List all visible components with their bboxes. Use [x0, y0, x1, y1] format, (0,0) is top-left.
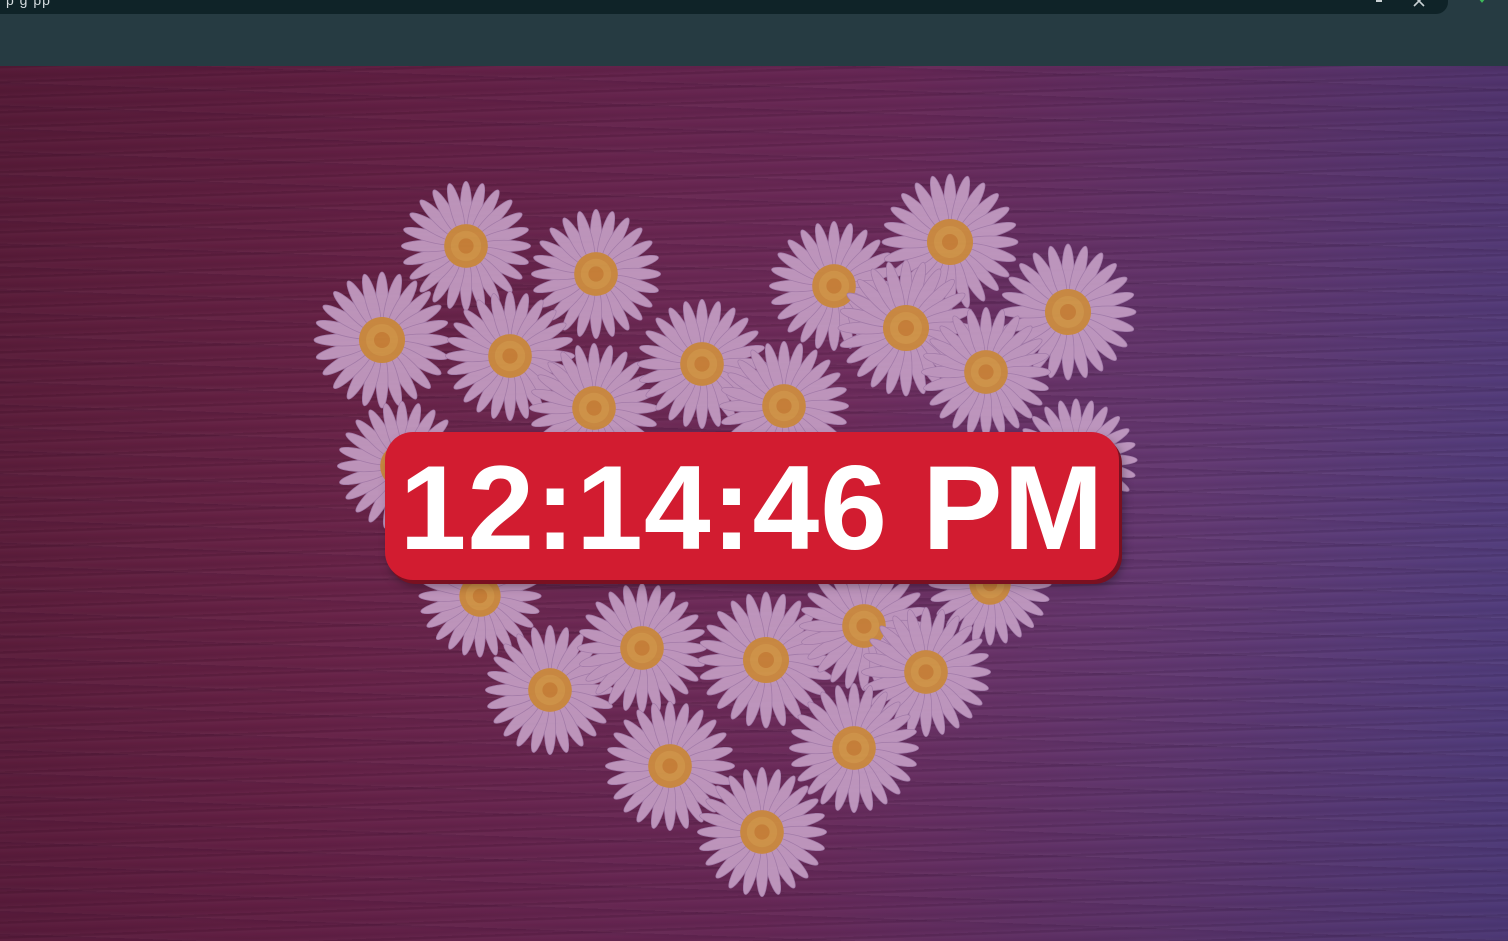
address-bar[interactable]: p g pp	[0, 0, 1448, 14]
digital-clock: 12:14:46 PM	[385, 432, 1119, 580]
clock-background: 12:14:46 PM	[0, 66, 1508, 941]
shield-icon[interactable]	[1475, 0, 1489, 10]
browser-toolbar: p g pp	[0, 0, 1508, 66]
address-text: p g pp	[6, 0, 51, 8]
download-icon[interactable]	[1372, 0, 1386, 10]
clock-time: 12:14:46 PM	[399, 441, 1105, 575]
close-icon[interactable]	[1412, 0, 1426, 10]
